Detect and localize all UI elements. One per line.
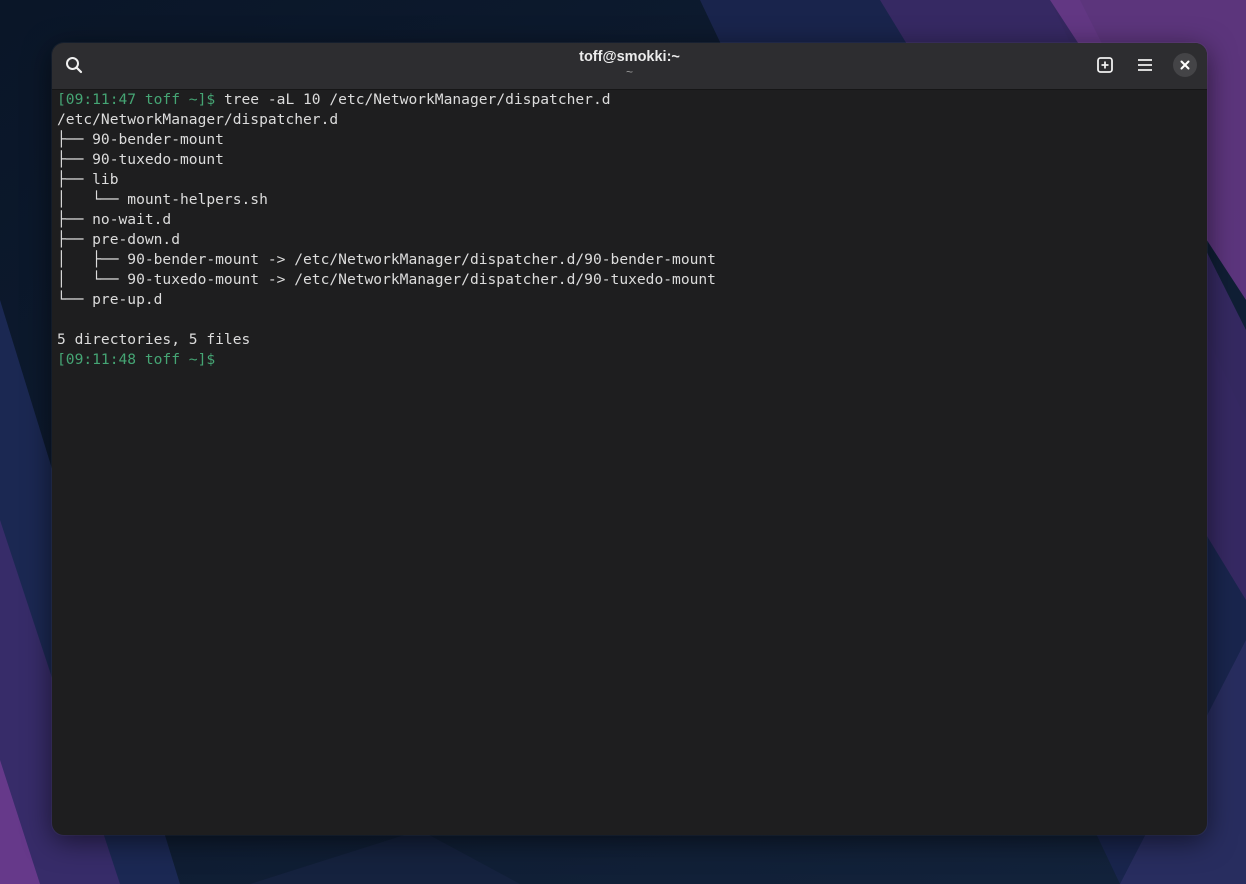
tree-entry-line: ├── 90-bender-mount	[57, 131, 224, 148]
tree-summary-line: 5 directories, 5 files	[57, 331, 251, 348]
new-tab-icon	[1097, 57, 1113, 73]
hamburger-menu-icon	[1138, 59, 1152, 71]
tree-entry-line: ├── 90-tuxedo-mount	[57, 151, 224, 168]
close-window-button[interactable]	[1170, 50, 1200, 80]
tree-entry-line: ├── pre-down.d	[57, 231, 181, 248]
tree-entry-line: │ ├── 90-bender-mount -> /etc/NetworkMan…	[57, 251, 716, 268]
main-menu-button[interactable]	[1130, 50, 1160, 80]
terminal-output-area[interactable]: [09:11:47 toff ~]$ tree -aL 10 /etc/Netw…	[57, 90, 1207, 835]
command-text: tree -aL 10 /etc/NetworkManager/dispatch…	[215, 91, 611, 108]
new-tab-button[interactable]	[1090, 50, 1120, 80]
window-subtitle: ~	[625, 65, 633, 79]
window-title: toff@smokki:~	[579, 49, 680, 65]
close-icon	[1180, 60, 1190, 70]
terminal-window: toff@smokki:~ ~ [09:11:47 toff ~]$ tree …	[52, 43, 1207, 835]
tree-entry-line: └── pre-up.d	[57, 291, 163, 308]
close-button-circle[interactable]	[1173, 53, 1197, 77]
shell-prompt: [09:11:47 toff ~]$	[57, 91, 216, 108]
tree-entry-line: │ └── 90-tuxedo-mount -> /etc/NetworkMan…	[57, 271, 716, 288]
shell-prompt: [09:11:48 toff ~]$	[57, 351, 216, 368]
header-bar: toff@smokki:~ ~	[52, 43, 1207, 90]
window-title-area: toff@smokki:~ ~	[52, 48, 1207, 78]
tree-entry-line: ├── no-wait.d	[57, 211, 172, 228]
command-line: [09:11:47 toff ~]$ tree -aL 10 /etc/Netw…	[57, 90, 1207, 110]
current-prompt-line: [09:11:48 toff ~]$	[57, 350, 1207, 370]
tree-root-line: /etc/NetworkManager/dispatcher.d	[57, 111, 339, 128]
tree-entry-line: ├── lib	[57, 171, 119, 188]
tree-entry-line: │ └── mount-helpers.sh	[57, 191, 268, 208]
